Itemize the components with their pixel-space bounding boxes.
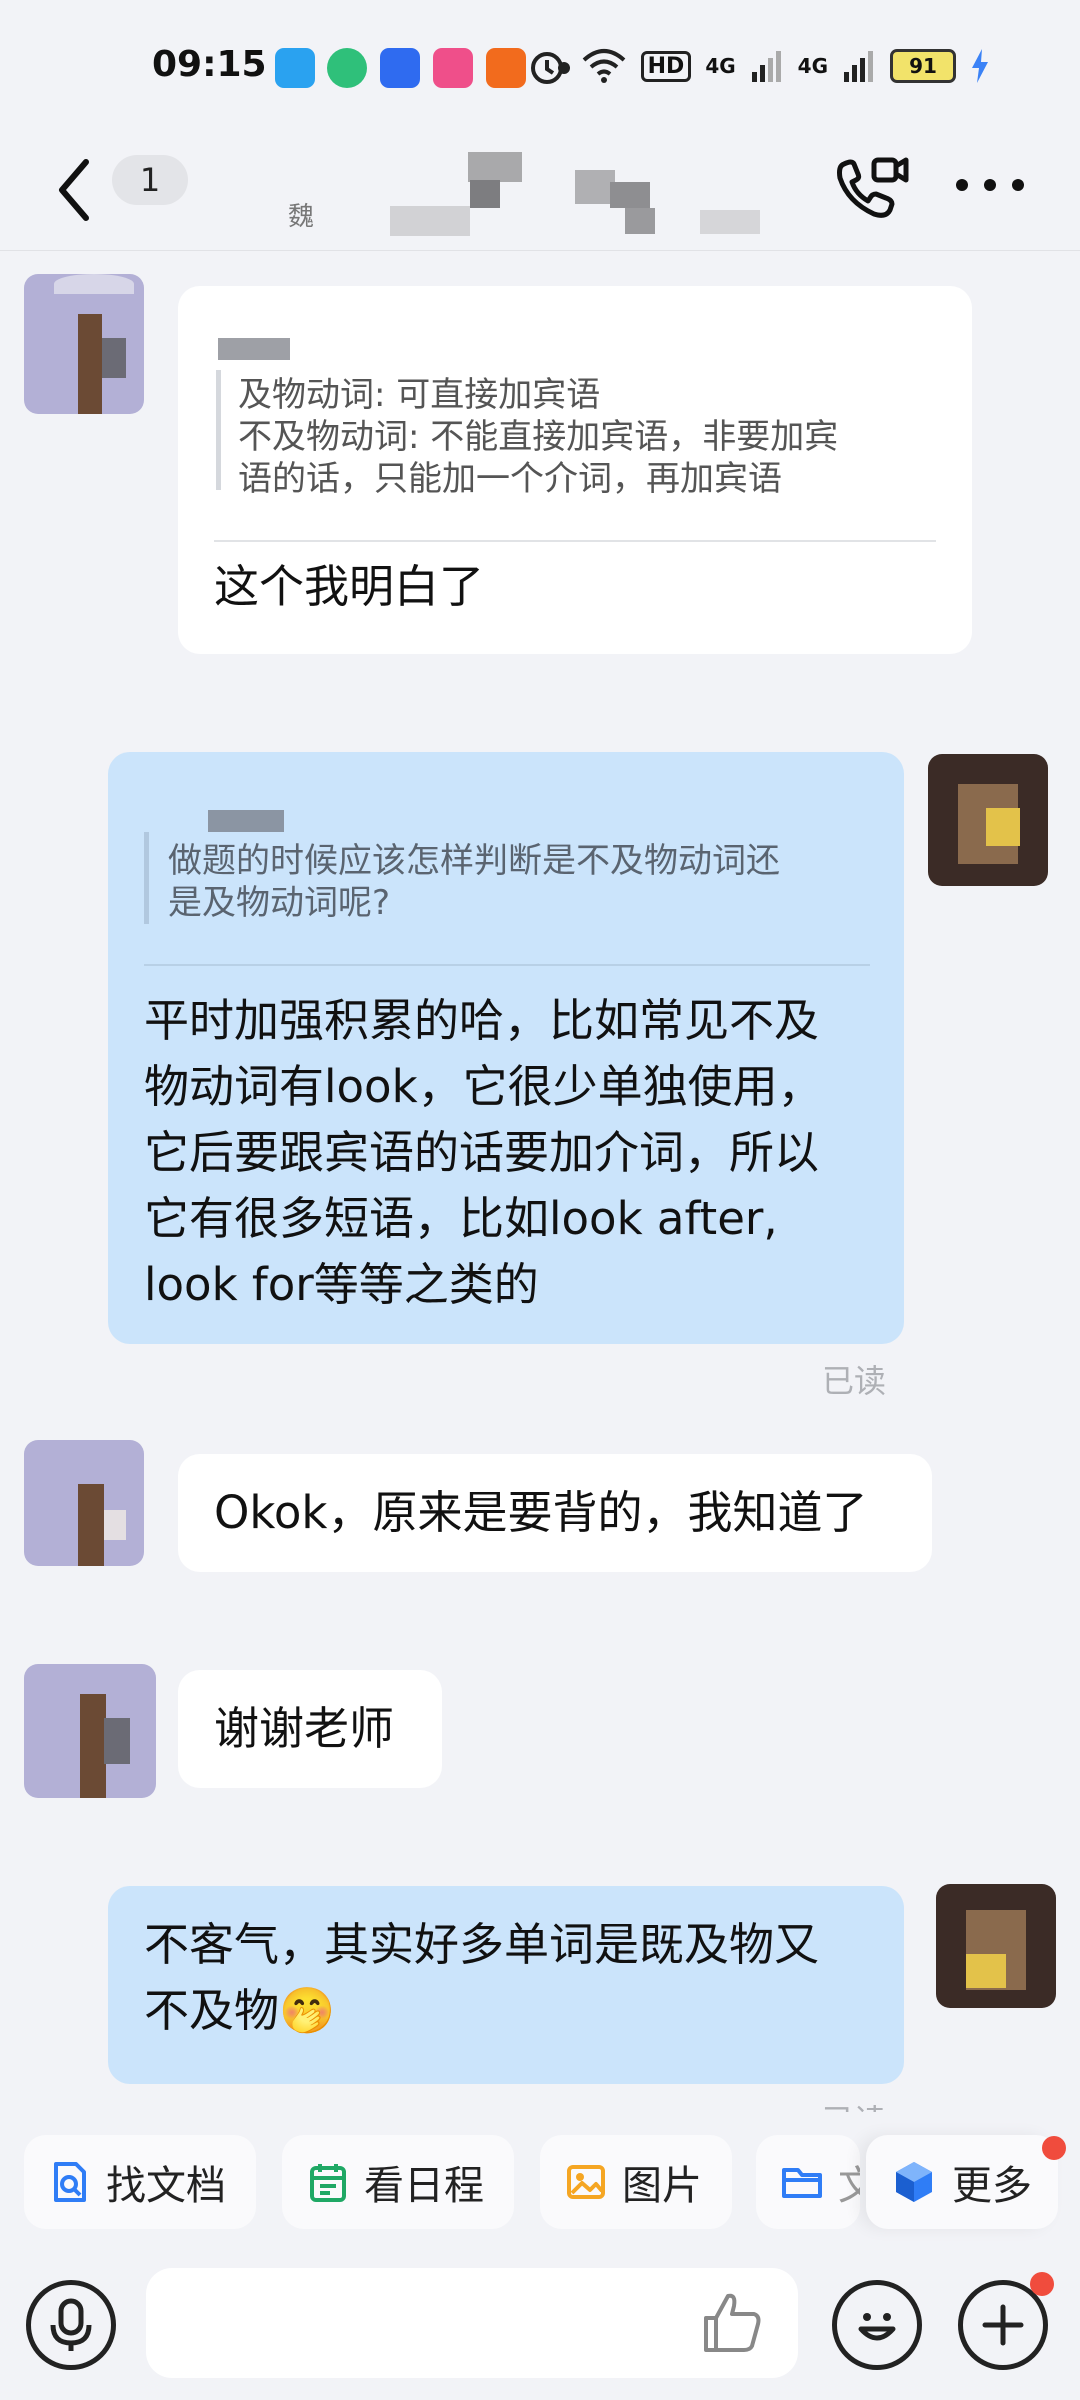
charging-icon — [972, 49, 988, 83]
header-subtitle: 魏 — [288, 202, 315, 232]
video-app-icon — [327, 48, 367, 88]
quote-divider — [144, 964, 870, 966]
back-icon[interactable] — [48, 150, 108, 230]
avatar[interactable] — [24, 1440, 144, 1566]
avatar[interactable] — [928, 754, 1048, 886]
quick-action-label: 文 — [838, 2163, 860, 2209]
chat-header: 1 魏 — [0, 130, 1080, 251]
message-input[interactable] — [146, 2268, 798, 2378]
input-bar — [0, 2250, 1080, 2400]
quick-action-schedule[interactable]: 看日程 — [282, 2135, 514, 2229]
hd-icon: HD — [640, 50, 692, 82]
quick-actions-bar: 找文档 看日程 图片 文 更多 — [0, 2120, 1080, 2240]
quick-action-more[interactable]: 更多 — [866, 2135, 1058, 2229]
message-bubble-incoming[interactable]: Okok，原来是要背的，我知道了 — [178, 1454, 932, 1572]
network-label-2: 4G — [797, 54, 828, 78]
message-text: 不客气，其实好多单词是既及物又 不及物🤭 — [144, 1918, 820, 2037]
avatar[interactable] — [936, 1884, 1056, 2008]
telegram-like-icon — [275, 48, 315, 88]
alarm-icon — [530, 52, 563, 84]
unread-count-badge[interactable]: 1 — [112, 155, 188, 205]
read-status: 已读 — [822, 2096, 886, 2112]
quick-action-find-docs[interactable]: 找文档 — [24, 2135, 256, 2229]
emoji-icon — [858, 2313, 896, 2341]
folder-icon — [782, 2168, 822, 2198]
quote-bar — [144, 832, 149, 924]
status-bar: 09:15 HD 4G 4G 91 — [0, 0, 1080, 130]
message-bubble-incoming[interactable]: 谢谢老师 — [178, 1670, 442, 1788]
status-right: HD 4G 4G 91 — [527, 46, 990, 86]
quoted-message-text: 做题的时候应该怎样判断是不及物动词还 是及物动词呢? — [168, 841, 780, 923]
quick-action-files[interactable]: 文 — [756, 2135, 860, 2229]
calendar-icon — [310, 2164, 346, 2202]
thumbs-up-icon[interactable] — [698, 2288, 768, 2358]
quote-divider — [214, 540, 936, 542]
emoji-button[interactable] — [832, 2280, 922, 2370]
message-bubble-incoming[interactable]: 及物动词: 可直接加宾语 不及物动词: 不能直接加宾语，非要加宾 语的话，只能加… — [178, 286, 972, 654]
quick-action-label: 更多 — [952, 2163, 1032, 2209]
signal-icon — [844, 51, 873, 82]
quoted-message-text: 及物动词: 可直接加宾语 不及物动词: 不能直接加宾语，非要加宾 语的话，只能加… — [238, 375, 839, 499]
voice-icon — [50, 2298, 92, 2351]
quick-action-images[interactable]: 图片 — [540, 2135, 732, 2229]
signal-icon — [751, 51, 781, 82]
wifi-icon — [582, 49, 625, 83]
message-bubble-outgoing[interactable]: 做题的时候应该怎样判断是不及物动词还 是及物动词呢? 平时加强积累的哈，比如常见… — [108, 752, 904, 1344]
video-call-icon[interactable] — [830, 148, 910, 228]
message-text: 谢谢老师 — [214, 1702, 395, 1755]
voice-button[interactable] — [26, 2280, 116, 2370]
notification-dot — [1042, 2136, 1066, 2160]
cube-icon — [896, 2162, 932, 2202]
message-text: 这个我明白了 — [214, 560, 485, 613]
quick-action-label: 看日程 — [364, 2163, 484, 2209]
status-time: 09:15 — [152, 44, 267, 85]
message-text: Okok，原来是要背的，我知道了 — [214, 1486, 868, 1539]
avatar[interactable] — [24, 274, 144, 414]
image-icon — [567, 2165, 605, 2199]
app-icon — [433, 48, 473, 88]
network-label-1: 4G — [705, 54, 736, 78]
read-status: 已读 — [822, 1362, 887, 1400]
quick-action-label: 找文档 — [106, 2163, 226, 2209]
plus-icon — [982, 2304, 1024, 2346]
taobao-icon — [486, 48, 526, 88]
quote-sender-redacted — [208, 810, 284, 832]
battery-icon: 91 — [890, 49, 956, 83]
message-bubble-outgoing[interactable]: 不客气，其实好多单词是既及物又 不及物🤭 — [108, 1886, 904, 2084]
more-options-icon[interactable] — [950, 170, 1030, 200]
quote-sender-redacted — [218, 338, 290, 360]
baidu-icon — [380, 48, 420, 88]
quick-action-label: 图片 — [622, 2163, 702, 2209]
quote-bar — [216, 370, 221, 490]
doc-search-icon — [54, 2162, 86, 2202]
notification-dot — [1030, 2272, 1054, 2296]
avatar[interactable] — [24, 1664, 156, 1798]
message-text: 平时加强积累的哈，比如常见不及 物动词有look，它很少单独使用， 它后要跟宾语… — [144, 994, 823, 1311]
